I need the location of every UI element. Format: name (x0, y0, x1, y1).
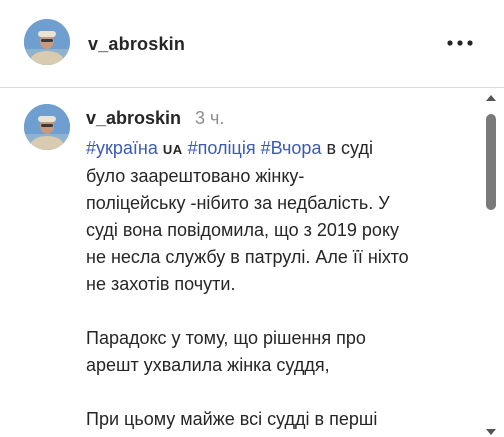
more-horizontal-icon (447, 40, 473, 46)
hashtag-link[interactable]: #україна (86, 138, 158, 158)
caption-line: суді вона повідомила, що з 2019 року (86, 220, 400, 240)
caption-line: поліцейську -нібито за недбалість. У (86, 193, 390, 213)
post-username[interactable]: v_abroskin (86, 108, 181, 129)
post-avatar[interactable] (24, 104, 70, 150)
scroll-thumb[interactable] (486, 114, 496, 210)
profile-header: v_abroskin (0, 0, 504, 88)
caption-line: було заарештовано жінку- (86, 166, 305, 186)
caption-paragraph: При цьому майже всі судді в перші (86, 406, 466, 433)
caption-line: арешт ухвалила жінка суддя, (86, 355, 330, 375)
caption-paragraph: #україна UA #поліція #Вчора в суді було … (86, 135, 466, 298)
caption-line: не несла службу в патрулі. Але її ніхто (86, 247, 409, 267)
scrollbar[interactable] (482, 88, 500, 437)
ua-flag-icon: UA (162, 142, 183, 157)
hashtag-link[interactable]: #Вчора (261, 138, 322, 158)
profile-username[interactable]: v_abroskin (88, 33, 185, 55)
post-caption: #україна UA #поліція #Вчора в суді було … (86, 135, 466, 433)
caption-line: Парадокс у тому, що рішення про (86, 328, 366, 348)
caption-text: в суді (326, 138, 373, 158)
post-timestamp[interactable]: 3 ч. (195, 108, 224, 129)
scroll-up-arrow-icon[interactable] (486, 95, 496, 101)
caption-paragraph: Парадокс у тому, що рішення про арешт ух… (86, 325, 466, 379)
hashtag-link[interactable]: #поліція (188, 138, 256, 158)
caption-line: не захотів почути. (86, 274, 236, 294)
caption-line: При цьому майже всі судді в перші (86, 409, 378, 429)
avatar[interactable] (24, 19, 70, 65)
post-meta: v_abroskin 3 ч. (86, 108, 224, 132)
app-window: v_abroskin v_abroskin 3 ч. #україна UA #… (0, 0, 504, 437)
post-scroll-area[interactable]: v_abroskin 3 ч. #україна UA #поліція #Вч… (0, 88, 504, 437)
scroll-down-arrow-icon[interactable] (486, 429, 496, 435)
more-options-button[interactable] (440, 30, 480, 56)
caption-line: #україна UA #поліція #Вчора в суді (86, 135, 466, 163)
